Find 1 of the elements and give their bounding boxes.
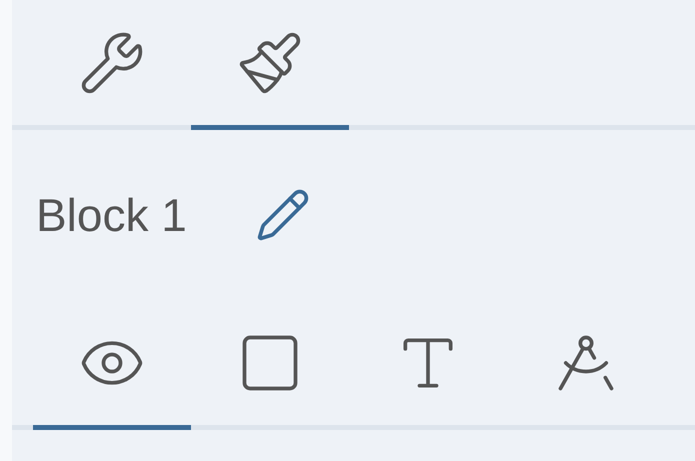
block-name: Block 1 xyxy=(36,188,187,242)
